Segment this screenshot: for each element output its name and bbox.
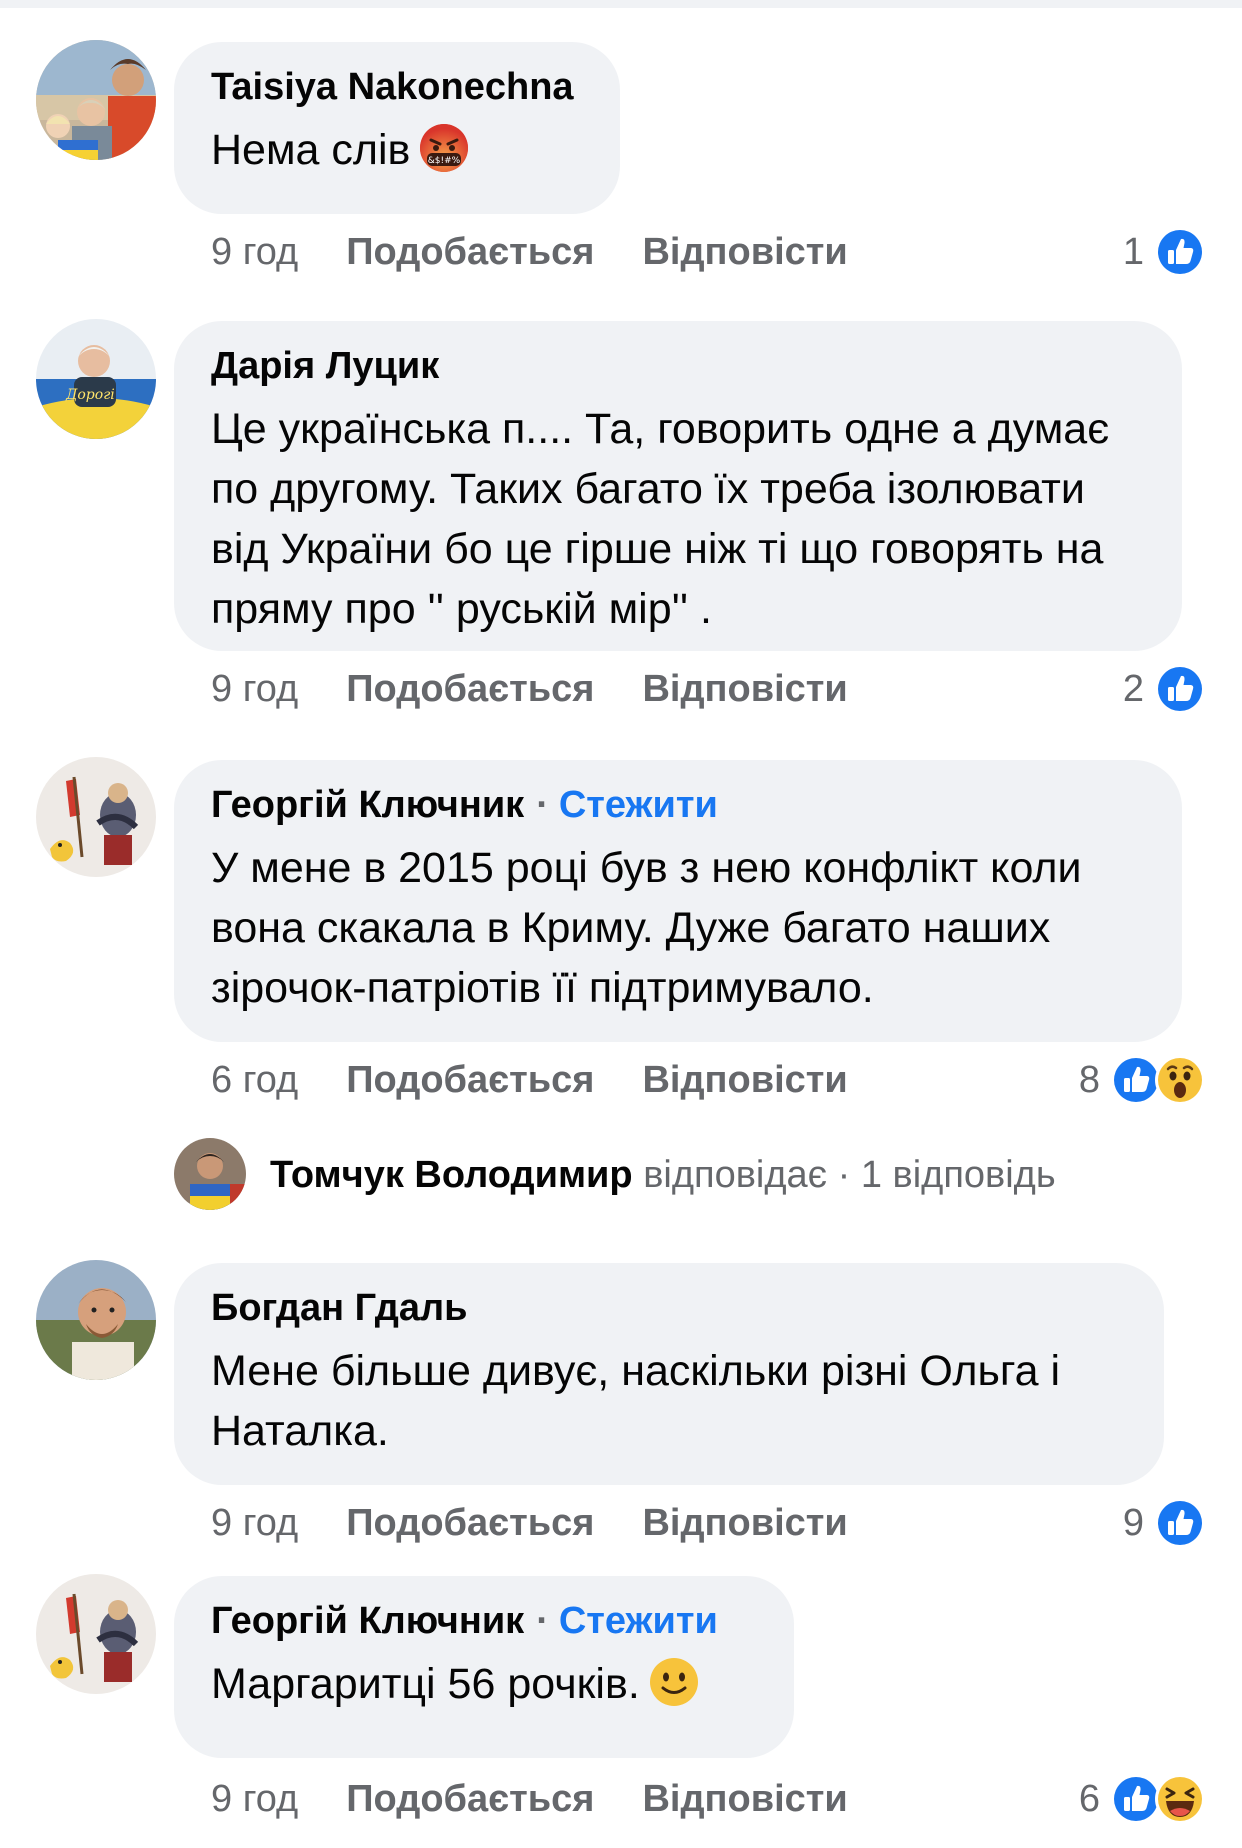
comment-actions: 9 год Подобається Відповісти xyxy=(211,666,848,712)
comment-text: У мене в 2015 році був з нею конфлікт ко… xyxy=(211,844,1082,1012)
avatar[interactable] xyxy=(36,40,156,160)
reaction-summary[interactable]: 8 xyxy=(1079,1053,1206,1107)
comment-bubble: Георгій Ключник · Стежити У мене в 2015 ро… xyxy=(174,760,1182,1042)
separator-dot: · xyxy=(837,1154,851,1196)
comment-author[interactable]: Дарія Луцик xyxy=(211,343,1145,389)
like-icon xyxy=(1155,664,1205,714)
comment-author[interactable]: Богдан Гдаль xyxy=(211,1285,1127,1331)
separator-dot: · xyxy=(536,1600,549,1642)
comment-author[interactable]: Георгій Ключник xyxy=(211,784,524,826)
reaction-summary[interactable]: 1 xyxy=(1123,225,1206,279)
like-button[interactable]: Подобається xyxy=(346,1502,594,1544)
reaction-count: 1 xyxy=(1122,230,1144,273)
avatar[interactable] xyxy=(36,757,156,877)
comment-text: Нема слів xyxy=(211,126,411,174)
comment-bubble: Дарія Луцик Це українська п.... Та, гово… xyxy=(174,321,1182,651)
like-icon xyxy=(1155,1498,1205,1548)
follow-button[interactable]: Стежити xyxy=(559,784,718,826)
wow-icon xyxy=(1155,1055,1205,1105)
reply-verb: відповідає xyxy=(643,1154,828,1196)
avatar[interactable]: Дорогі xyxy=(36,319,156,439)
comment-text-line: Нема слів &$!#% xyxy=(211,120,583,180)
follow-button[interactable]: Стежити xyxy=(559,1600,718,1642)
reaction-count: 8 xyxy=(1078,1058,1100,1101)
svg-text:&$!#%: &$!#% xyxy=(428,156,461,166)
reply-avatar[interactable] xyxy=(174,1138,246,1210)
separator-dot: · xyxy=(536,784,549,826)
like-button[interactable]: Подобається xyxy=(346,1059,594,1101)
comment-bubble: Taisiya Nakonechna Нема слів &$!#% xyxy=(174,42,620,214)
comment-text: Маргаритці 56 рочків. xyxy=(211,1660,640,1708)
comment-bubble: Георгій Ключник · Стежити Маргаритці 56 ро… xyxy=(174,1576,794,1758)
haha-icon xyxy=(1155,1774,1205,1824)
comment-author-line: Георгій Ключник · Стежити xyxy=(211,1598,757,1644)
reply-button[interactable]: Відповісти xyxy=(642,1059,847,1101)
reply-button[interactable]: Відповісти xyxy=(642,668,847,710)
comment-bubble: Богдан Гдаль Мене більше дивує, наскільк… xyxy=(174,1263,1164,1485)
comment-text: Мене більше дивує, наскільки різні Ольга… xyxy=(211,1347,1061,1455)
reply-button[interactable]: Відповісти xyxy=(642,231,847,273)
face-with-symbols-on-mouth-icon: &$!#% xyxy=(420,124,469,172)
reply-author: Томчук Володимир xyxy=(270,1154,633,1196)
reaction-count: 2 xyxy=(1122,667,1144,710)
comment-author-line: Георгій Ключник · Стежити xyxy=(211,782,1145,828)
comment-time[interactable]: 9 год xyxy=(211,668,298,710)
like-icon xyxy=(1155,227,1205,277)
comment-author[interactable]: Taisiya Nakonechna xyxy=(211,64,583,110)
reply-count: 1 відповідь xyxy=(860,1154,1056,1196)
avatar[interactable] xyxy=(36,1260,156,1380)
reply-button[interactable]: Відповісти xyxy=(642,1778,847,1820)
reply-button[interactable]: Відповісти xyxy=(642,1502,847,1544)
comment-author[interactable]: Георгій Ключник xyxy=(211,1600,524,1642)
comment-time[interactable]: 6 год xyxy=(211,1059,298,1101)
svg-text:Дорогі: Дорогі xyxy=(65,387,115,403)
like-button[interactable]: Подобається xyxy=(346,1778,594,1820)
reaction-summary[interactable]: 6 xyxy=(1079,1772,1206,1826)
reaction-summary[interactable]: 9 xyxy=(1123,1496,1206,1550)
like-button[interactable]: Подобається xyxy=(346,231,594,273)
comment-text: Це українська п.... Та, говорить одне а … xyxy=(211,405,1110,633)
like-button[interactable]: Подобається xyxy=(346,668,594,710)
comment-actions: 6 год Подобається Відповісти xyxy=(211,1057,848,1103)
top-divider xyxy=(0,0,1242,8)
comment-text-line: Маргаритці 56 рочків. xyxy=(211,1654,757,1714)
comment-time[interactable]: 9 год xyxy=(211,1502,298,1544)
slightly-smiling-face-icon xyxy=(649,1658,698,1706)
comment-actions: 9 год Подобається Відповісти xyxy=(211,1776,848,1822)
replies-link[interactable]: Томчук Володимир відповідає · 1 відповід… xyxy=(270,1152,1056,1198)
comment-time[interactable]: 9 год xyxy=(211,1778,298,1820)
comment-actions: 9 год Подобається Відповісти xyxy=(211,229,848,275)
reaction-count: 9 xyxy=(1122,1501,1144,1544)
comment-actions: 9 год Подобається Відповісти xyxy=(211,1500,848,1546)
avatar[interactable] xyxy=(36,1574,156,1694)
reaction-summary[interactable]: 2 xyxy=(1123,662,1206,716)
reaction-count: 6 xyxy=(1078,1777,1100,1820)
comment-time[interactable]: 9 год xyxy=(211,231,298,273)
